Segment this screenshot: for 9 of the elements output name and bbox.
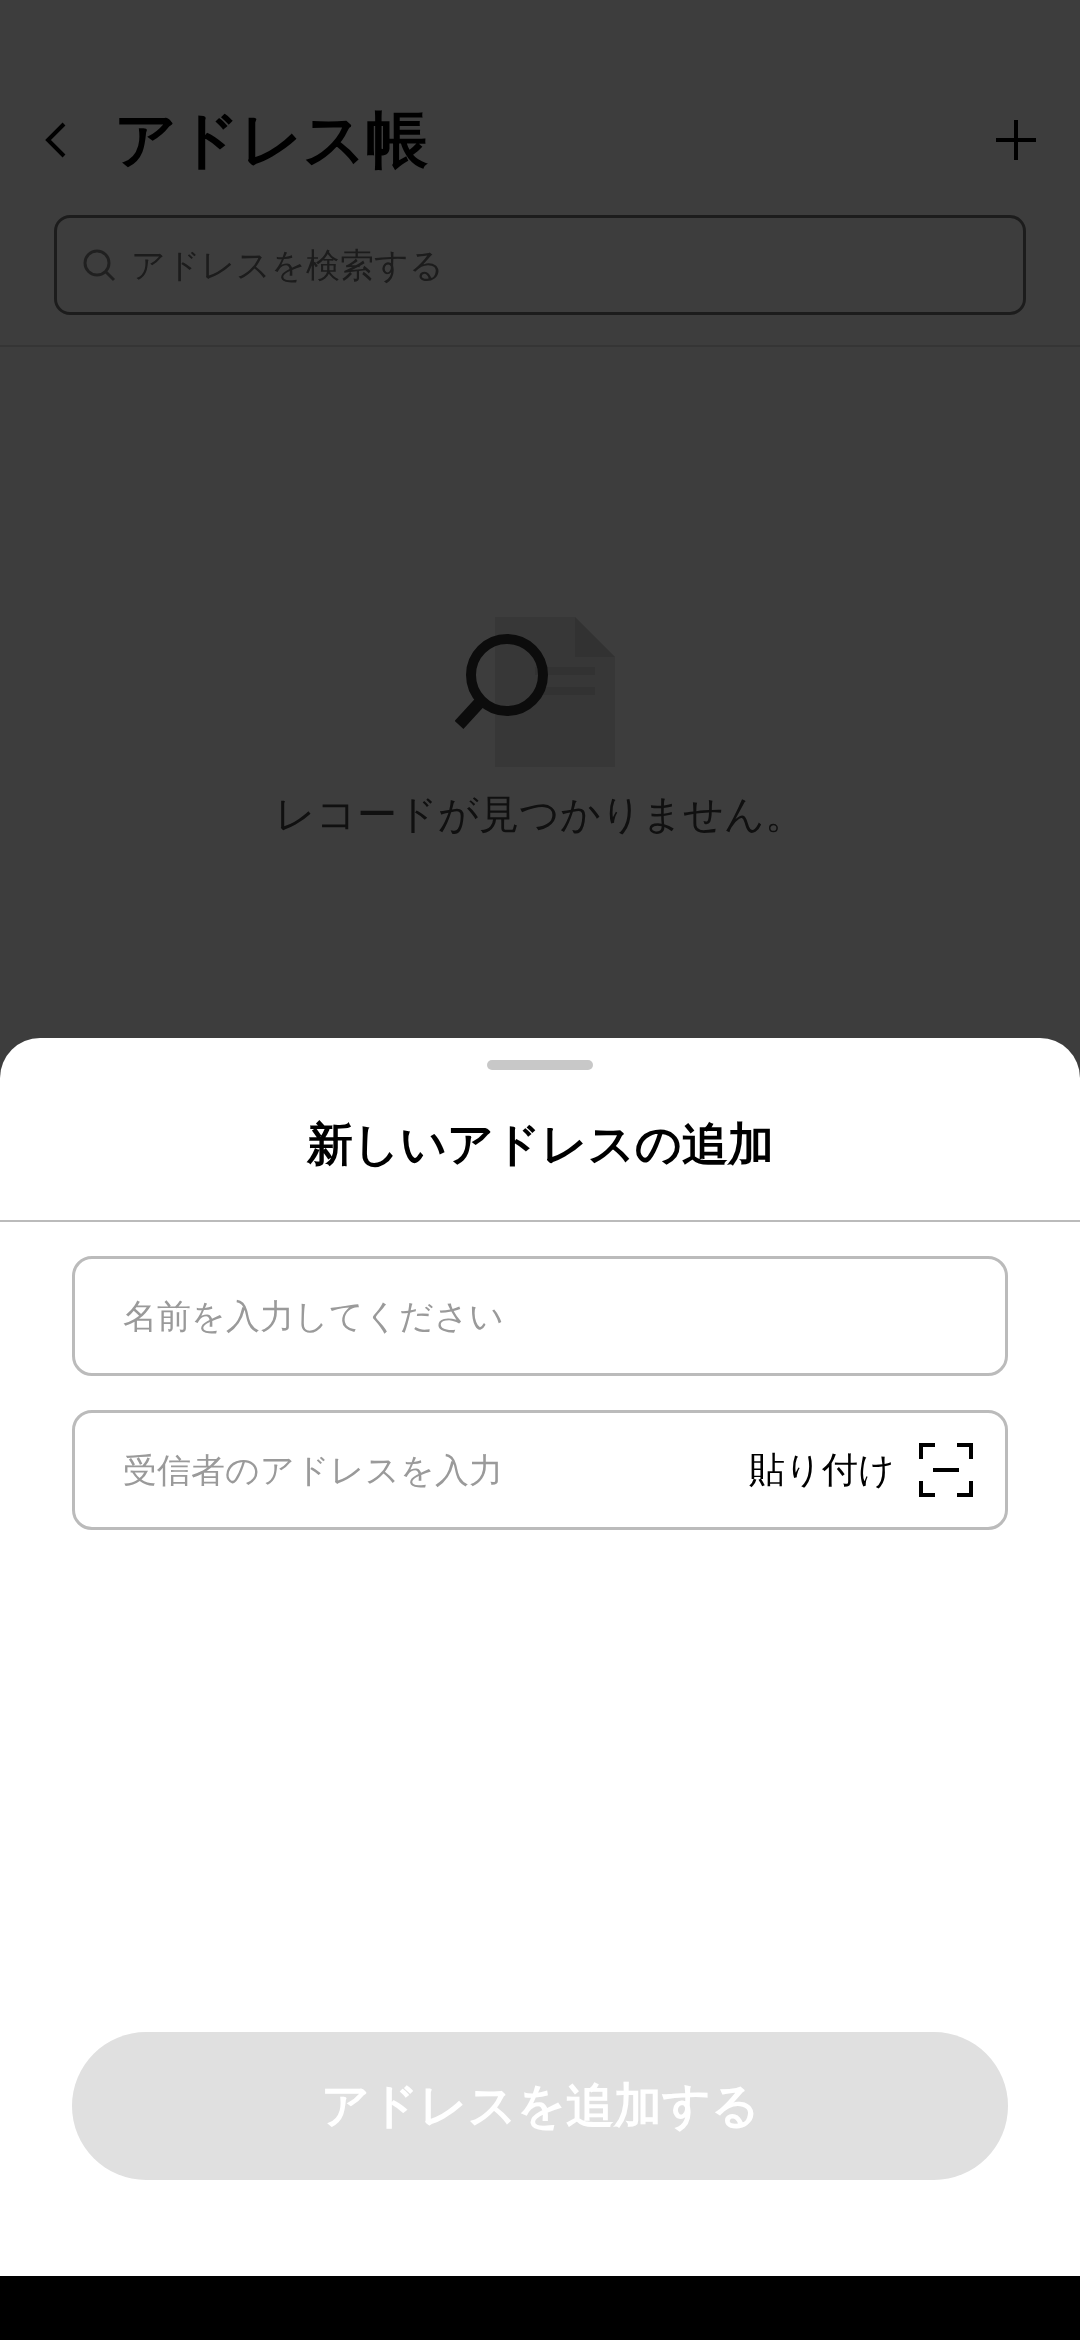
scan-icon[interactable] bbox=[919, 1443, 973, 1497]
sheet-title: 新しいアドレスの追加 bbox=[306, 1116, 774, 1173]
name-field[interactable]: 名前を入力してください bbox=[72, 1256, 1008, 1376]
drag-handle[interactable] bbox=[487, 1060, 593, 1070]
address-field[interactable]: 受信者のアドレスを入力 貼り付け bbox=[72, 1410, 1008, 1530]
paste-button[interactable]: 貼り付け bbox=[749, 1445, 895, 1495]
name-input[interactable]: 名前を入力してください bbox=[121, 1295, 973, 1337]
address-input[interactable]: 受信者のアドレスを入力 bbox=[121, 1449, 725, 1491]
page-title: アドレス帳 bbox=[114, 102, 429, 178]
